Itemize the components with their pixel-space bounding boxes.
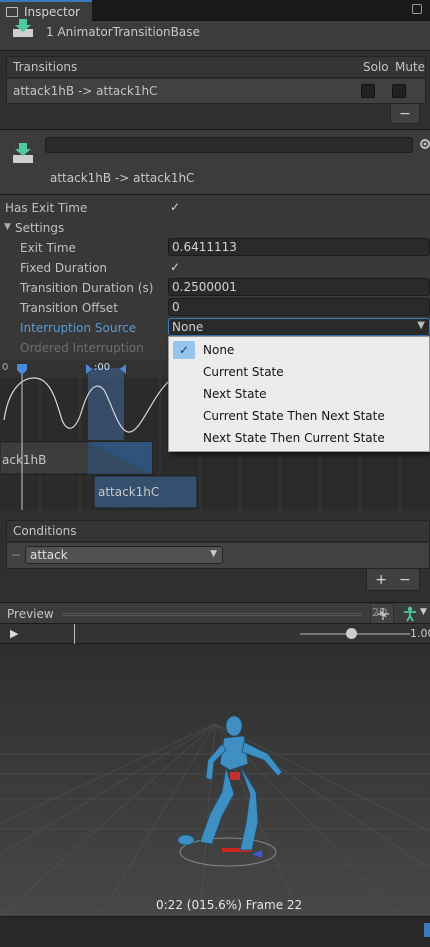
condition-parameter-value: attack <box>30 548 68 562</box>
condition-buttons: + − <box>366 569 420 591</box>
chevron-down-icon[interactable]: ▼ <box>420 607 427 617</box>
interruption-source-label: Interruption Source <box>20 321 137 335</box>
transition-offset-label: Transition Offset <box>20 301 118 315</box>
transition-duration-label: Transition Duration (s) <box>20 281 154 295</box>
menu-item-label: Current State Then Next State <box>203 409 385 423</box>
time-label: 0 <box>2 362 9 373</box>
gear-icon[interactable] <box>419 138 430 150</box>
preview-scene <box>0 644 430 916</box>
speed-slider-thumb[interactable] <box>346 628 357 639</box>
fixed-duration-checkbox[interactable]: ✓ <box>168 260 182 274</box>
clip-a-label[interactable]: ack1hB <box>2 453 46 467</box>
menu-item-label: Current State <box>203 365 284 379</box>
lock-icon[interactable] <box>412 4 422 14</box>
menu-item-label: Next State <box>203 387 267 401</box>
transition-header: attack1hB -> attack1hC <box>0 130 430 194</box>
menu-item-current-state[interactable]: Current State <box>169 361 429 383</box>
transition-name-field[interactable] <box>45 137 413 153</box>
has-exit-time-checkbox[interactable]: ✓ <box>168 200 182 214</box>
asset-bundle-indicator[interactable] <box>424 923 430 937</box>
settings-foldout[interactable]: Settings <box>15 221 64 235</box>
solo-header: Solo <box>363 60 389 74</box>
condition-parameter-dropdown[interactable]: attack ▼ <box>25 546 223 564</box>
fixed-duration-label: Fixed Duration <box>20 261 108 275</box>
menu-item-label: Next State Then Current State <box>203 431 385 445</box>
menu-item-current-then-next[interactable]: Current State Then Next State <box>169 405 429 427</box>
interruption-source-value: None <box>172 320 204 334</box>
remove-condition-button[interactable]: − <box>399 572 411 588</box>
transition-row[interactable]: attack1hB -> attack1hC <box>6 79 426 104</box>
condition-row[interactable]: attack ▼ <box>6 543 430 569</box>
transition-duration-field[interactable]: 0.2500001 <box>168 278 430 296</box>
preview-viewport[interactable]: 0:22 (015.6%) Frame 22 <box>0 644 430 916</box>
page-title: 1 AnimatorTransitionBase <box>46 25 200 39</box>
exit-time-field[interactable]: 0.6411113 <box>168 238 430 256</box>
preview-drag-bar[interactable] <box>62 613 362 616</box>
menu-item-label: None <box>203 343 235 357</box>
speed-value: 1.00 <box>410 627 430 640</box>
transition-row-label: attack1hB -> attack1hC <box>13 84 158 98</box>
exit-time-label: Exit Time <box>20 241 76 255</box>
checkmark-icon: ✓ <box>173 341 195 359</box>
preview-header: Preview 2D ▼ <box>0 602 430 624</box>
interruption-source-menu: ✓ None Current State Next State Current … <box>168 336 430 452</box>
ordered-interruption-label: Ordered Interruption <box>20 341 144 355</box>
interruption-source-dropdown[interactable]: None ▼ <box>168 318 430 336</box>
menu-item-none[interactable]: ✓ None <box>169 339 429 361</box>
remove-transition-button[interactable]: − <box>390 104 420 124</box>
mute-checkbox[interactable] <box>392 84 406 98</box>
menu-item-next-state[interactable]: Next State <box>169 383 429 405</box>
footer <box>0 916 430 947</box>
inspector-icon <box>6 6 18 17</box>
menu-item-next-then-current[interactable]: Next State Then Current State <box>169 427 429 449</box>
transition-offset-field[interactable]: 0 <box>168 298 430 316</box>
has-exit-time-label: Has Exit Time <box>5 201 88 215</box>
preview-toolbar: ▶ 1.00 <box>0 624 430 644</box>
minus-icon: − <box>399 105 411 122</box>
preview-status: 0:22 (015.6%) Frame 22 <box>156 898 303 912</box>
conditions-header-label: Conditions <box>13 524 77 538</box>
transition-icon <box>13 143 33 163</box>
inspector-header: 1 AnimatorTransitionBase <box>0 19 430 51</box>
chevron-down-icon: ▼ <box>417 320 425 331</box>
transitions-header-label: Transitions <box>13 60 78 74</box>
conditions-header: Conditions <box>6 520 430 542</box>
pivot-icon[interactable] <box>376 607 390 621</box>
drag-handle-icon[interactable] <box>12 554 20 556</box>
chevron-down-icon: ▼ <box>210 549 217 559</box>
transitions-list-header: Transitions Solo Mute <box>6 56 426 78</box>
transition-icon <box>13 19 33 37</box>
marker-label: :00 <box>94 362 111 373</box>
add-condition-button[interactable]: + <box>375 572 387 588</box>
solo-checkbox[interactable] <box>361 84 375 98</box>
preview-playhead[interactable] <box>74 624 75 644</box>
tab-bar: Inspector <box>0 0 430 21</box>
avatar-preview-icon[interactable] <box>402 606 418 622</box>
transition-subtitle: attack1hB -> attack1hC <box>50 171 195 185</box>
foldout-arrow-icon[interactable]: ▼ <box>4 222 11 232</box>
preview-title: Preview <box>7 607 54 621</box>
mute-header: Mute <box>395 60 426 74</box>
play-icon[interactable]: ▶ <box>10 627 18 640</box>
clip-b-label[interactable]: attack1hC <box>98 485 159 499</box>
